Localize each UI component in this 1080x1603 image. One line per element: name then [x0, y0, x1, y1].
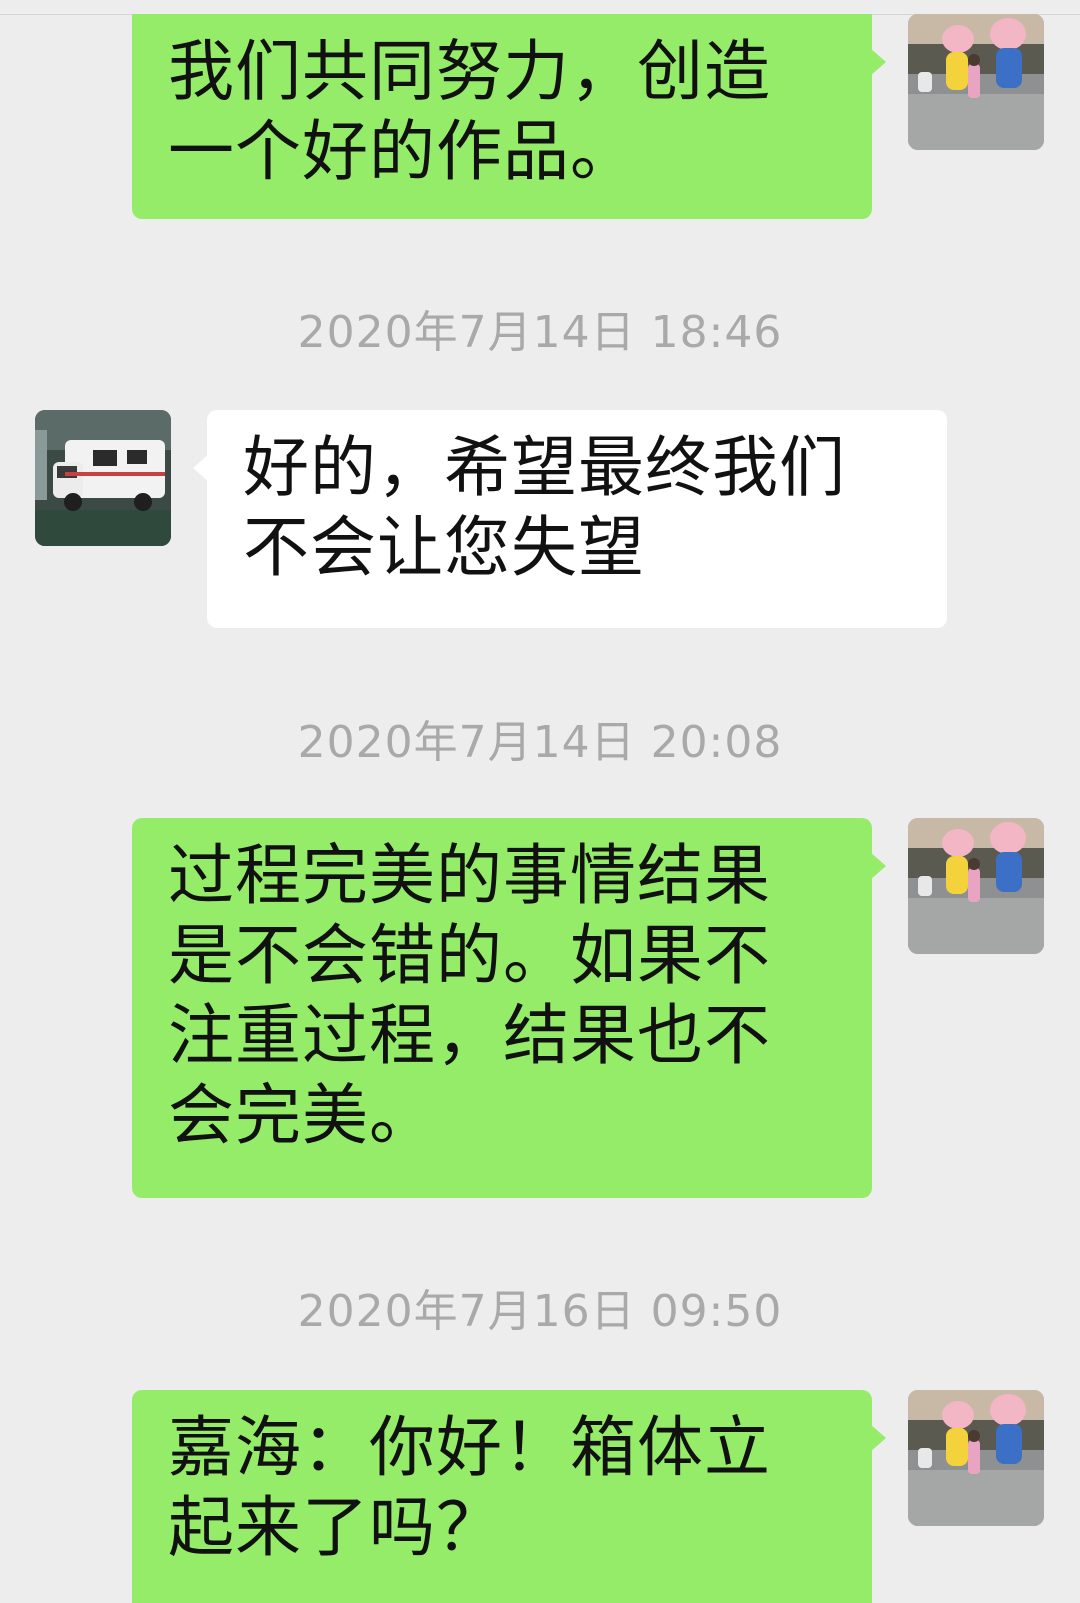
- avatar-rv-van-icon: [35, 410, 171, 546]
- top-divider: [0, 0, 1080, 15]
- message-bubble-sent[interactable]: 过程完美的事情结果是不会错的。如果不注重过程，结果也不会完美。: [132, 818, 886, 1198]
- message-text: 嘉海：你好！箱体立起来了吗？: [168, 1409, 771, 1566]
- message-text: 过程完美的事情结果是不会错的。如果不注重过程，结果也不会完美。: [168, 837, 771, 1154]
- message-bubble-sent[interactable]: 嘉海：你好！箱体立起来了吗？: [132, 1390, 886, 1603]
- message-timestamp: 2020年7月16日 09:50: [297, 1286, 783, 1337]
- my-avatar[interactable]: [908, 14, 1044, 150]
- avatar-cartoon-statues-child-icon: [908, 1390, 1044, 1526]
- contact-avatar[interactable]: [35, 410, 171, 546]
- message-text: 好的，希望最终我们不会让您失望: [243, 429, 846, 586]
- message-text: 我们共同努力，创造一个好的作品。: [168, 33, 771, 190]
- avatar-cartoon-statues-child-icon: [908, 818, 1044, 954]
- message-bubble-received[interactable]: 好的，希望最终我们不会让您失望: [193, 410, 947, 628]
- message-timestamp: 2020年7月14日 20:08: [297, 717, 783, 768]
- my-avatar[interactable]: [908, 818, 1044, 954]
- message-timestamp: 2020年7月14日 18:46: [297, 307, 783, 358]
- message-bubble-sent[interactable]: 我们共同努力，创造一个好的作品。: [132, 14, 886, 219]
- avatar-cartoon-statues-child-icon: [908, 14, 1044, 150]
- my-avatar[interactable]: [908, 1390, 1044, 1526]
